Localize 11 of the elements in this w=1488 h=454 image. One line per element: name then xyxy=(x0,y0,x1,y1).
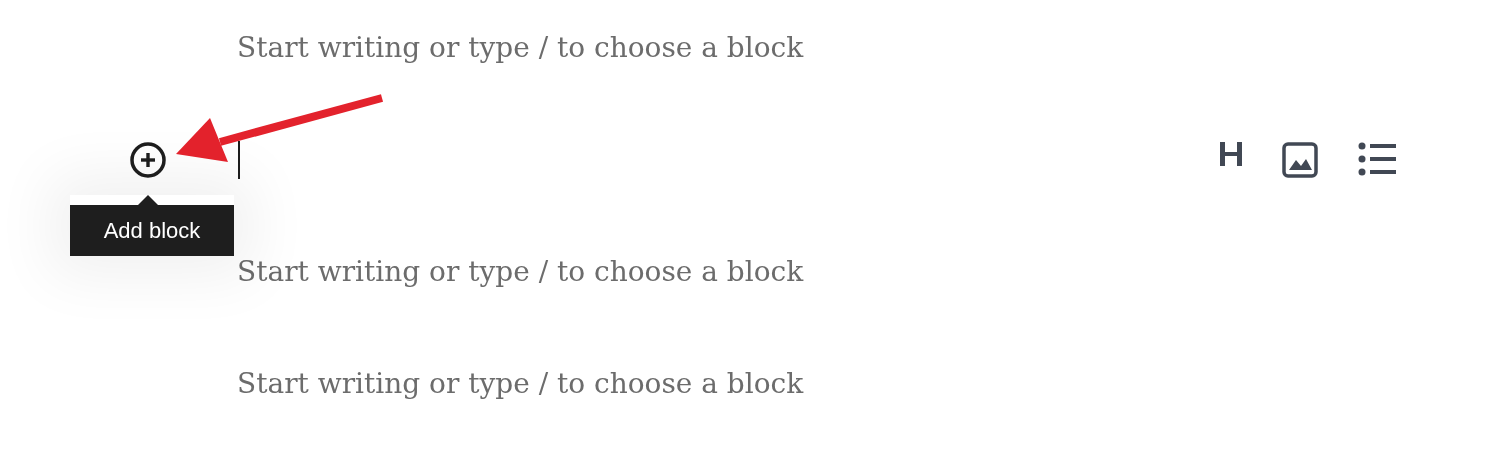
paragraph-placeholder[interactable]: Start writing or type / to choose a block xyxy=(237,251,877,293)
image-button[interactable] xyxy=(1282,142,1318,178)
tooltip: Add block xyxy=(70,195,234,256)
paragraph-placeholder[interactable]: Start writing or type / to choose a block xyxy=(237,363,877,405)
list-button[interactable] xyxy=(1358,142,1396,178)
heading-icon xyxy=(1220,142,1242,166)
list-icon xyxy=(1358,142,1396,176)
text-cursor xyxy=(238,141,240,179)
add-block-button[interactable] xyxy=(129,141,167,179)
image-icon xyxy=(1282,142,1318,178)
paragraph-placeholder[interactable]: Start writing or type / to choose a block xyxy=(237,27,877,69)
